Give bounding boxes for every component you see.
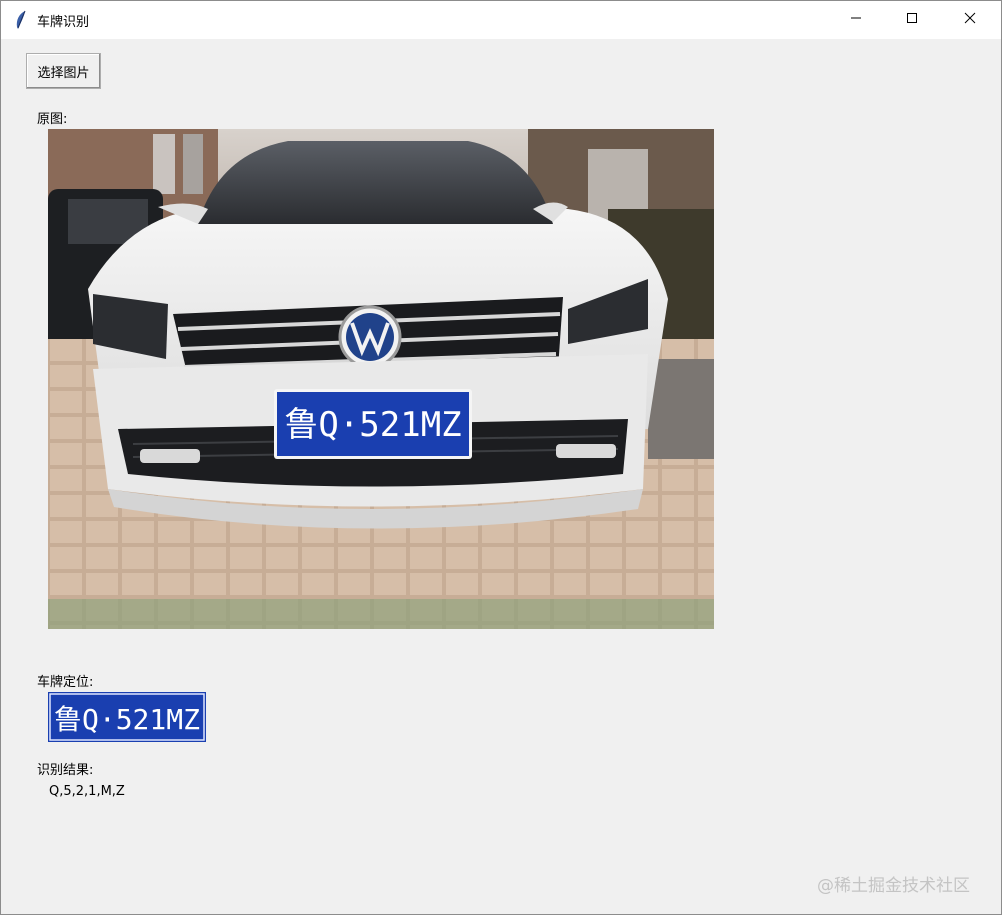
- photo-plate-text: 鲁Q·521MZ: [284, 405, 461, 445]
- watermark: @稀土掘金技术社区: [817, 876, 970, 896]
- original-car-photo: 鲁Q·521MZ: [48, 129, 714, 629]
- minimize-icon: [850, 12, 862, 28]
- original-image-label: 原图:: [37, 112, 68, 127]
- app-window: 车牌识别 选择图片 原图: 鲁Q·521MZ 车牌定位: 鲁Q·521MZ 识别…: [0, 0, 1002, 915]
- close-icon: [964, 12, 976, 28]
- feather-icon: [13, 10, 29, 30]
- plate-crop-image: 鲁Q·521MZ: [48, 692, 206, 742]
- select-image-button[interactable]: 选择图片: [26, 53, 101, 89]
- maximize-button[interactable]: [883, 1, 941, 39]
- title-bar[interactable]: 车牌识别: [1, 1, 1001, 39]
- minimize-button[interactable]: [827, 1, 885, 39]
- plate-crop-text: 鲁Q·521MZ: [54, 703, 200, 736]
- window-title: 车牌识别: [37, 15, 90, 30]
- client-area: 选择图片 原图: 鲁Q·521MZ 车牌定位: 鲁Q·521MZ 识别结果: Q…: [1, 39, 1001, 914]
- plate-location-label: 车牌定位:: [37, 675, 94, 690]
- maximize-icon: [906, 12, 918, 28]
- result-label: 识别结果:: [37, 763, 94, 778]
- close-button[interactable]: [941, 1, 999, 39]
- result-value: Q,5,2,1,M,Z: [49, 784, 125, 799]
